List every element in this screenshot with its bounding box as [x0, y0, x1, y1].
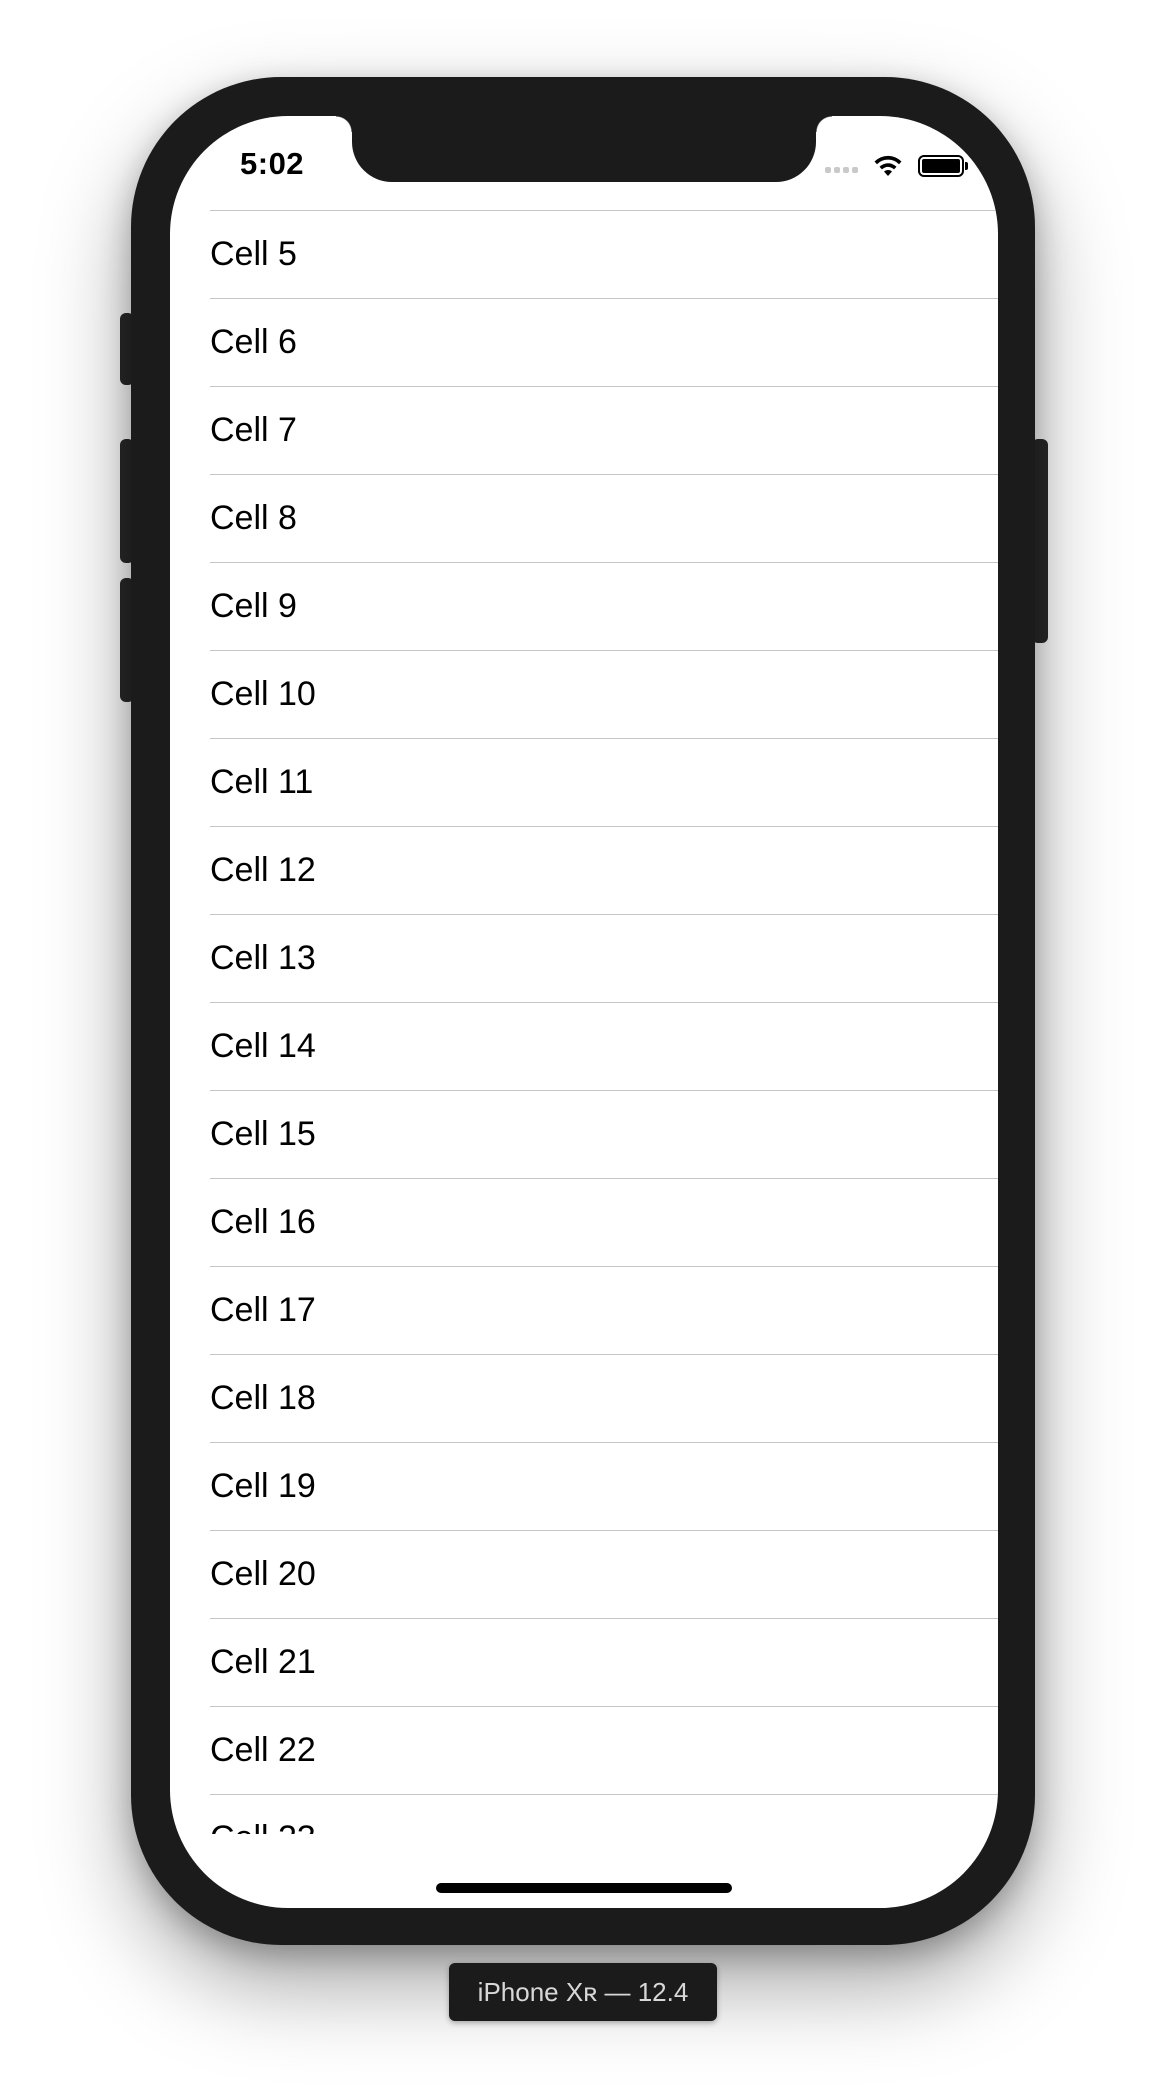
notch — [336, 116, 832, 182]
simulator-device-label: iPhone Xʀ — 12.4 — [449, 1963, 717, 2021]
table-cell-label: Cell 17 — [210, 1291, 316, 1329]
table-cell-label: Cell 16 — [210, 1203, 316, 1241]
table-cell-label: Cell 12 — [210, 851, 316, 889]
signal-dots-icon — [825, 159, 858, 173]
status-icons — [825, 150, 968, 182]
table-cell-label: Cell 5 — [210, 235, 297, 273]
table-cell[interactable]: Cell 9 — [210, 563, 998, 651]
table-list: Cell 5 Cell 6 Cell 7 Cell 8 Cell 9 Cell 10 Cel… — [210, 210, 998, 1834]
table-cell-label: Cell 9 — [210, 587, 297, 625]
table-cell-label: Cell 8 — [210, 499, 297, 537]
device-screen: 5:02 Cell 5 Cell 6 Cell 7 Cell 8 Cell 9 Cell … — [170, 116, 998, 1908]
table-cell-label: Cell 20 — [210, 1555, 316, 1593]
table-cell-label: Cell 14 — [210, 1027, 316, 1065]
table-cell[interactable]: Cell 15 — [210, 1091, 998, 1179]
status-time: 5:02 — [240, 146, 305, 181]
table-cell[interactable]: Cell 6 — [210, 299, 998, 387]
table-cell-label: Cell 18 — [210, 1379, 316, 1417]
table-cell[interactable]: Cell 5 — [210, 211, 998, 299]
table-cell[interactable]: Cell 20 — [210, 1531, 998, 1619]
table-cell[interactable]: Cell 23 — [210, 1795, 998, 1834]
table-cell-label: Cell 6 — [210, 323, 297, 361]
table-cell-label: Cell 13 — [210, 939, 316, 977]
table-cell-label: Cell 10 — [210, 675, 316, 713]
table-cell-label: Cell 19 — [210, 1467, 316, 1505]
table-cell[interactable]: Cell 17 — [210, 1267, 998, 1355]
table-cell-label: Cell 15 — [210, 1115, 316, 1153]
table-cell[interactable]: Cell 7 — [210, 387, 998, 475]
table-cell[interactable]: Cell 16 — [210, 1179, 998, 1267]
table-cell[interactable]: Cell 13 — [210, 915, 998, 1003]
table-cell[interactable]: Cell 12 — [210, 827, 998, 915]
table-cell[interactable]: Cell 22 — [210, 1707, 998, 1795]
table-cell-label: Cell 23 — [210, 1819, 316, 1834]
table-cell[interactable]: Cell 8 — [210, 475, 998, 563]
table-cell[interactable]: Cell 10 — [210, 651, 998, 739]
simulator-stage: 5:02 Cell 5 Cell 6 Cell 7 Cell 8 Cell 9 Cell … — [0, 0, 1168, 2096]
table-cell-label: Cell 11 — [210, 763, 314, 801]
table-cell[interactable]: Cell 18 — [210, 1355, 998, 1443]
table-cell-label: Cell 22 — [210, 1731, 316, 1769]
table-cell-label: Cell 7 — [210, 411, 297, 449]
battery-icon — [918, 155, 968, 177]
wifi-icon — [874, 155, 902, 176]
table-cell[interactable]: Cell 14 — [210, 1003, 998, 1091]
table-view[interactable]: Cell 5 Cell 6 Cell 7 Cell 8 Cell 9 Cell 10 Cel… — [170, 210, 998, 1834]
table-cell-label: Cell 21 — [210, 1643, 316, 1681]
home-indicator[interactable] — [436, 1883, 732, 1893]
table-cell[interactable]: Cell 21 — [210, 1619, 998, 1707]
table-cell[interactable]: Cell 19 — [210, 1443, 998, 1531]
table-cell[interactable]: Cell 11 — [210, 739, 998, 827]
